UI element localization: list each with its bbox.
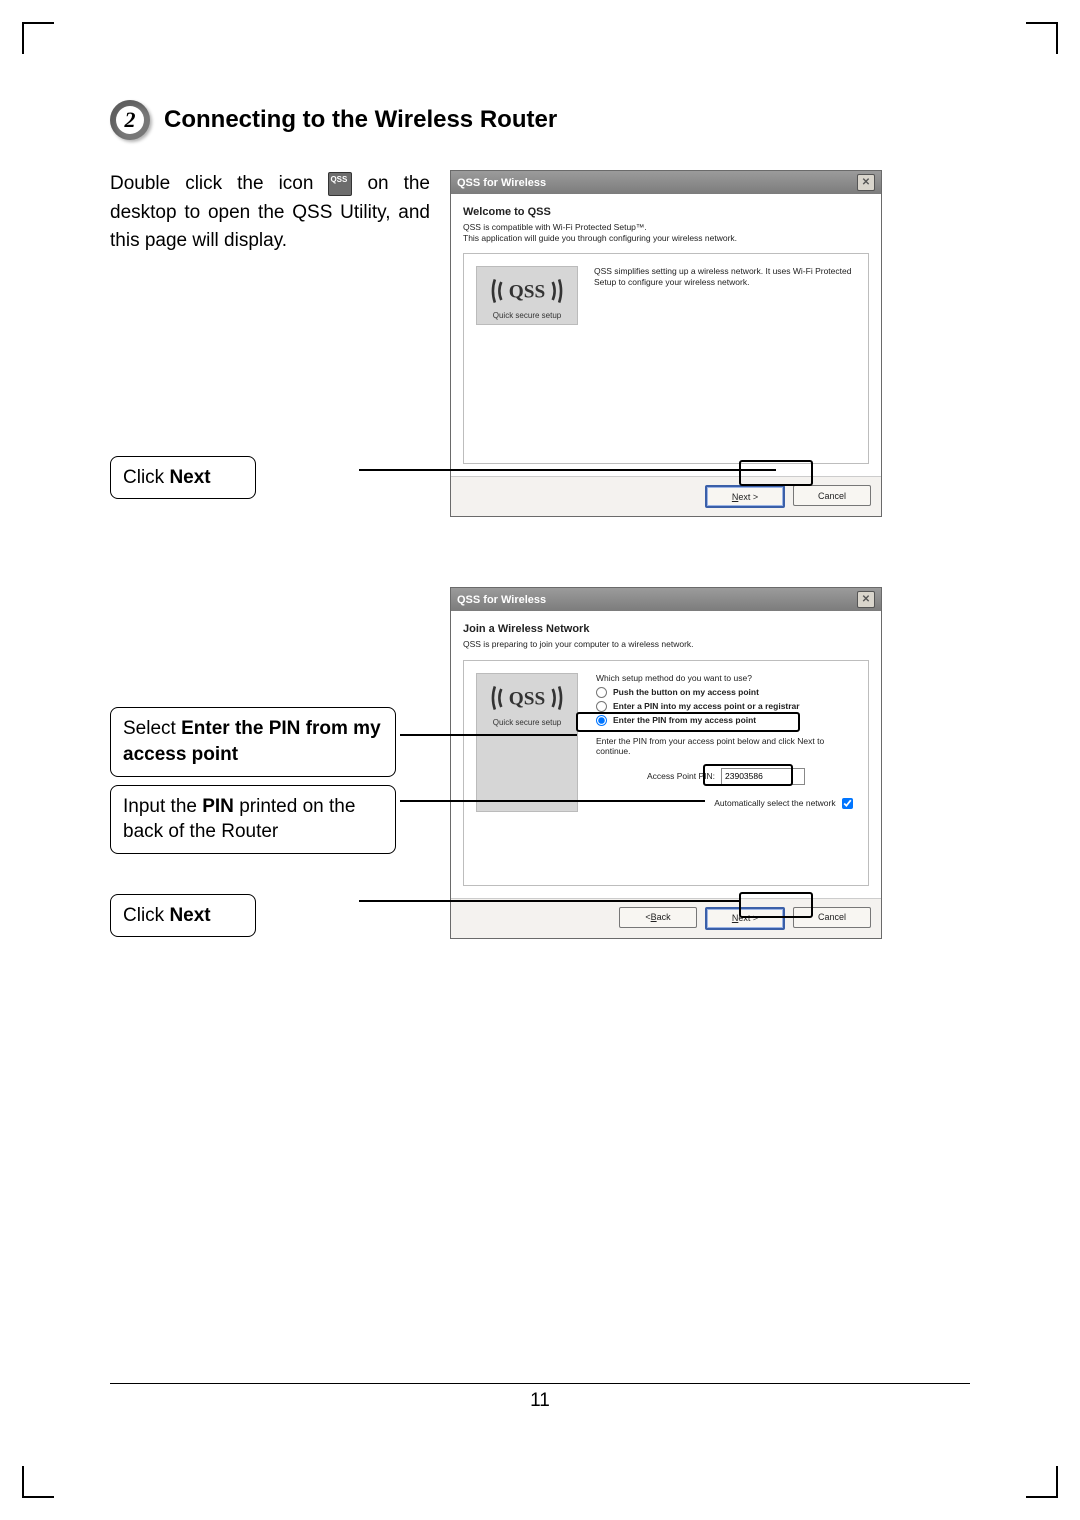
connector-line [359,469,776,471]
callout-bold: PIN [202,796,234,817]
auto-select-label: Automatically select the network [714,798,835,808]
callout-click-next-2: Click Next [110,894,256,938]
opt-label: nter a PIN into my access point or a reg… [619,701,800,711]
highlight-next-1 [739,460,813,486]
callout-input-pin: Input the PIN printed on the back of the… [110,785,396,854]
window-heading: Join a Wireless Network [463,623,869,635]
qss-caption: Quick secure setup [493,311,561,320]
radio-input[interactable] [596,687,607,698]
step-number-badge: 2 [110,100,150,140]
intro-pre: Double click the icon [110,173,328,194]
btn-label: ext > [738,492,758,502]
close-icon[interactable]: ✕ [857,591,875,608]
cancel-button[interactable]: Cancel [793,485,871,506]
svg-text:QSS: QSS [509,282,545,303]
close-icon[interactable]: ✕ [857,174,875,191]
auto-select-checkbox[interactable] [842,798,853,809]
pin-hint: Enter the PIN from your access point bel… [596,736,856,756]
radio-push-button[interactable]: Push the button on my access point [596,687,856,698]
callout-click-next-1: Click Next [110,456,256,500]
radio-enter-pin-into-ap[interactable]: Enter a PIN into my access point or a re… [596,701,856,712]
qss-logo-block: QSS Quick secure setup [476,266,578,325]
page-number: 11 [110,1390,970,1412]
step-number: 2 [116,106,144,134]
section-header: 2 Connecting to the Wireless Router [110,100,970,140]
window-qss-welcome: QSS for Wireless ✕ Welcome to QSS QSS is… [450,170,882,517]
window-title: QSS for Wireless [457,594,546,606]
callout-text: Click [123,467,169,488]
crop-mark [1026,1466,1058,1498]
callout-bold: Next [169,905,210,926]
crop-mark [22,22,54,54]
page-content: 2 Connecting to the Wireless Router Doub… [110,100,970,1420]
auto-select-row: Automatically select the network [596,795,856,812]
qss-caption: Quick secure setup [493,718,561,727]
opt-label: ush the button on my access point [619,687,759,697]
callout-text: Input the [123,796,202,817]
qss-desktop-icon [328,172,352,196]
crop-mark [1026,22,1058,54]
window-heading: Welcome to QSS [463,206,869,218]
back-button[interactable]: < Back [619,907,697,928]
window-subtext: QSS is preparing to join your computer t… [463,639,869,650]
connector-line [359,900,741,902]
section-title: Connecting to the Wireless Router [164,106,557,134]
next-button[interactable]: Next > [705,485,785,508]
window-subtext: QSS is compatible with Wi-Fi Protected S… [463,222,869,243]
window-titlebar: QSS for Wireless ✕ [451,588,881,611]
highlight-next-2 [739,892,813,918]
window-title: QSS for Wireless [457,177,546,189]
setup-question: Which setup method do you want to use? [596,673,856,683]
highlight-option3 [576,712,800,732]
callout-bold: Next [169,467,210,488]
intro-text: Double click the icon on the desktop to … [110,170,430,256]
connector-line [400,734,577,736]
panel-description: QSS simplifies setting up a wireless net… [594,266,858,287]
qss-logo-icon: QSS [488,680,566,716]
footer-rule [110,1383,970,1384]
callout-text: Select [123,718,181,739]
subtext-line: QSS is compatible with Wi-Fi Protected S… [463,222,647,232]
svg-text:QSS: QSS [509,688,545,709]
window-button-row: Next > Cancel [451,476,881,516]
radio-input[interactable] [596,701,607,712]
qss-logo-icon: QSS [488,273,566,309]
callout-text: Click [123,905,169,926]
connector-line [400,800,705,802]
window-panel: QSS Quick secure setup QSS simplifies se… [463,253,869,464]
window-button-row: < Back Next > Cancel [451,898,881,938]
qss-logo-block: QSS Quick secure setup [476,673,578,812]
subtext-line: This application will guide you through … [463,233,737,243]
window-panel: QSS Quick secure setup Which setup metho… [463,660,869,886]
crop-mark [22,1466,54,1498]
window-titlebar: QSS for Wireless ✕ [451,171,881,194]
highlight-pin-input [703,764,793,786]
window-qss-join: QSS for Wireless ✕ Join a Wireless Netwo… [450,587,882,939]
callout-select-pin: Select Enter the PIN from my access poin… [110,707,396,776]
